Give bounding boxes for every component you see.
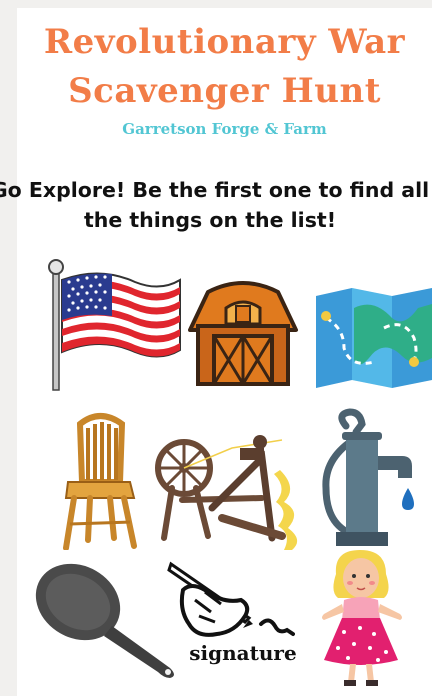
spinning-wheel-icon (155, 435, 298, 550)
flag-icon (48, 259, 181, 391)
subtitle: Garretson Forge & Farm (122, 120, 327, 138)
instruction-line-2: the things on the list! (83, 208, 337, 232)
title-line-2: Scavenger Hunt (68, 71, 381, 111)
doll-icon (322, 550, 402, 686)
instructions: Go Explore! Be the first one to find all… (0, 175, 430, 235)
frying-pan-icon (35, 563, 174, 678)
water-pump-icon (322, 408, 414, 546)
barn-icon (188, 281, 298, 386)
chair-icon (63, 413, 137, 550)
title-line-1: Revolutionary War (43, 22, 406, 62)
signature-icon (167, 561, 295, 637)
instruction-line-1: Go Explore! Be the first one to find all (0, 178, 430, 202)
signature-label: signature (189, 641, 297, 665)
map-icon (316, 288, 432, 388)
